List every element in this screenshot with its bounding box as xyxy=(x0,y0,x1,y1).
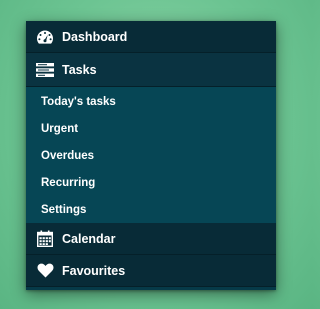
menu-item-label: Favourites xyxy=(62,263,126,278)
submenu-item-recurring[interactable]: Recurring xyxy=(26,169,276,196)
calendar-icon xyxy=(36,230,54,248)
dashboard-icon xyxy=(36,28,54,46)
menu-item-tasks[interactable]: Tasks xyxy=(26,53,276,87)
submenu-item-urgent[interactable]: Urgent xyxy=(26,115,276,142)
menu-item-label: Dashboard xyxy=(62,29,128,44)
sidebar-menu: Dashboard Tasks Today's tasks Urgent Ove… xyxy=(26,21,276,290)
menu-item-label: Tasks xyxy=(62,62,97,77)
tasks-icon xyxy=(36,61,54,79)
tasks-submenu: Today's tasks Urgent Overdues Recurring … xyxy=(26,87,276,223)
submenu-item-overdues[interactable]: Overdues xyxy=(26,142,276,169)
submenu-item-todays-tasks[interactable]: Today's tasks xyxy=(26,88,276,115)
menu-item-dashboard[interactable]: Dashboard xyxy=(26,21,276,53)
submenu-item-settings[interactable]: Settings xyxy=(26,196,276,223)
menu-item-favourites[interactable]: Favourites xyxy=(26,255,276,287)
heart-icon xyxy=(36,262,54,280)
menu-item-label: Calendar xyxy=(62,231,116,246)
menu-item-calendar[interactable]: Calendar xyxy=(26,223,276,255)
